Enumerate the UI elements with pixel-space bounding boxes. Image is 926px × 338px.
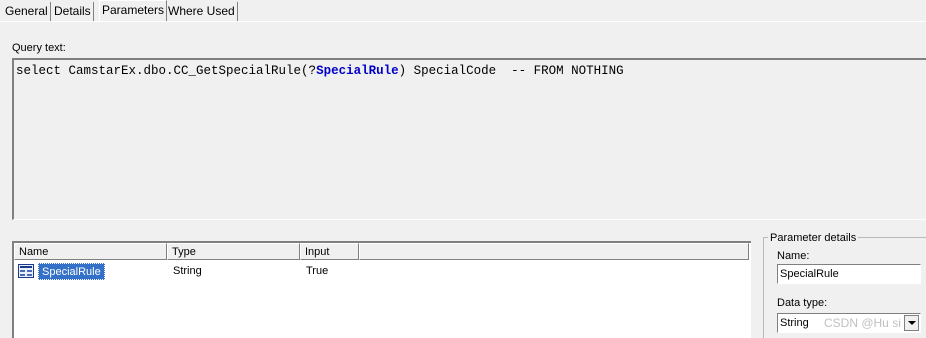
- query-text-prefix: select CamstarEx.dbo.CC_GetSpecialRule(?: [16, 64, 317, 78]
- tab-strip: General Details Parameters Where Used: [0, 0, 926, 22]
- column-header-input[interactable]: Input: [300, 243, 359, 260]
- tab-where-used[interactable]: Where Used: [166, 2, 238, 21]
- query-text-label: Query text:: [12, 42, 66, 54]
- dropdown-button[interactable]: [904, 315, 919, 331]
- column-header-filler: [359, 243, 749, 260]
- tab-parameters[interactable]: Parameters: [99, 0, 168, 22]
- column-header-type[interactable]: Type: [167, 243, 300, 260]
- tab-where-used-label: Where Used: [168, 4, 235, 18]
- row-name: SpecialRule: [38, 263, 105, 280]
- parameters-list[interactable]: Name Type Input SpecialRule String True: [12, 241, 751, 338]
- row-type: String: [173, 265, 202, 277]
- column-header-name[interactable]: Name: [14, 243, 167, 260]
- row-input: True: [306, 265, 329, 277]
- parameter-icon: [18, 264, 34, 278]
- tab-details-label: Details: [54, 4, 91, 18]
- tab-general[interactable]: General: [3, 2, 51, 21]
- watermark: CSDN @Hu si: [824, 316, 901, 330]
- column-header-name-label: Name: [19, 246, 49, 258]
- query-parameter-token: SpecialRule: [316, 64, 399, 78]
- query-text-content: select CamstarEx.dbo.CC_GetSpecialRule(?…: [16, 64, 624, 78]
- data-type-label: Data type:: [777, 297, 828, 309]
- name-field[interactable]: SpecialRule: [777, 264, 921, 284]
- query-text-suffix: ) SpecialCode -- FROM NOTHING: [398, 64, 624, 78]
- tab-details[interactable]: Details: [52, 2, 94, 21]
- query-text-area[interactable]: select CamstarEx.dbo.CC_GetSpecialRule(?…: [12, 58, 926, 220]
- tab-divider: [0, 21, 926, 22]
- tab-parameters-label: Parameters: [102, 3, 165, 17]
- data-type-value: String: [780, 317, 809, 329]
- column-header-input-label: Input: [305, 246, 330, 258]
- name-field-value: SpecialRule: [780, 268, 839, 280]
- column-header-type-label: Type: [172, 246, 196, 258]
- table-row[interactable]: SpecialRule String True: [14, 263, 749, 281]
- name-label: Name:: [777, 250, 810, 262]
- tab-general-label: General: [5, 4, 48, 18]
- chevron-down-icon: [908, 321, 916, 325]
- parameter-details-title: Parameter details: [768, 232, 859, 244]
